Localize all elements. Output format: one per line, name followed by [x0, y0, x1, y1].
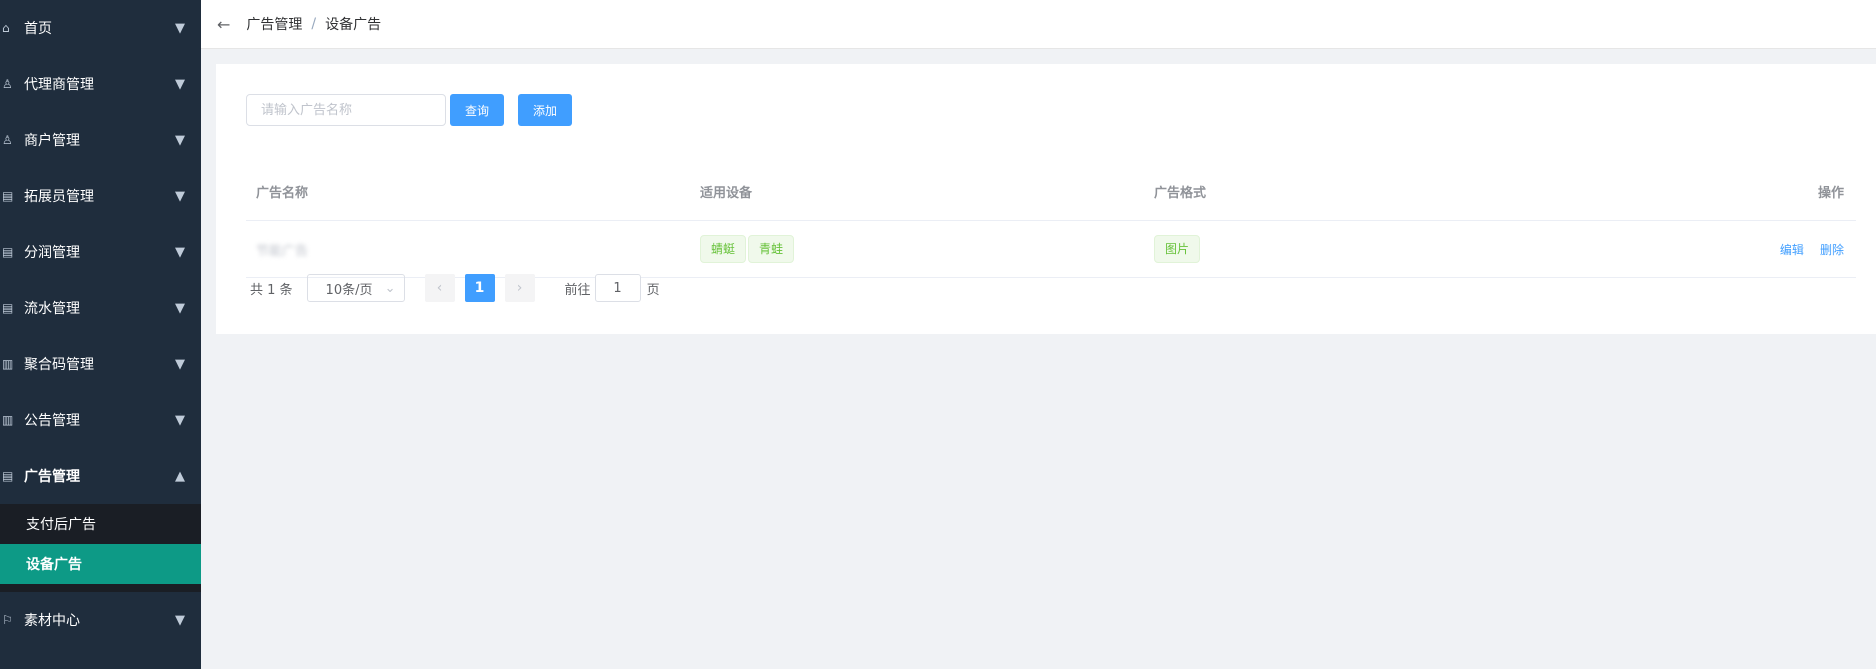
device-tag: 蜻蜓	[700, 235, 747, 263]
breadcrumb-current: 设备广告	[325, 17, 382, 33]
menu-label: 代理商管理	[24, 77, 94, 93]
menu-item-announcement[interactable]: ▥ 公告管理 ▼	[0, 392, 201, 448]
menu-label: 素材中心	[24, 613, 80, 629]
submenu-item-post-payment-ads[interactable]: 支付后广告	[0, 504, 201, 544]
menu-item-agent[interactable]: ♙ 代理商管理 ▼	[0, 56, 201, 112]
header-devices: 适用设备	[700, 185, 753, 201]
menu-label: 拓展员管理	[24, 189, 94, 205]
chevron-down-icon: ▼	[175, 76, 185, 92]
menu-label: 广告管理	[24, 469, 80, 485]
table-header: 广告名称 适用设备 广告格式 操作	[246, 162, 1856, 221]
table-row: 节能广告 蜻蜓 青蛙 图片 编辑 删除	[246, 221, 1856, 278]
chevron-down-icon: ▼	[175, 188, 185, 204]
submenu-label: 支付后广告	[26, 517, 96, 533]
breadcrumb-parent[interactable]: 广告管理	[246, 14, 302, 34]
goto-prefix: 前往	[564, 282, 591, 298]
home-icon: ⌂	[2, 21, 10, 35]
document-icon: ▤	[2, 189, 14, 203]
chevron-right-icon: ›	[516, 280, 523, 296]
header-format: 广告格式	[1154, 185, 1207, 201]
chevron-down-icon: ▼	[175, 132, 185, 148]
page-size-select[interactable]: 10条/页 ⌄	[306, 274, 405, 302]
submenu-spacer	[0, 584, 201, 592]
chevron-down-icon: ▼	[175, 300, 185, 316]
menu-item-materials[interactable]: ⚐ 素材中心 ▼	[0, 592, 201, 648]
chevron-down-icon: ▼	[175, 20, 185, 36]
menu-label: 分润管理	[24, 245, 80, 261]
goto-page-input[interactable]	[594, 274, 641, 302]
sidebar: ⌂ 首页 ▼ ♙ 代理商管理 ▼ ♙ 商户管理 ▼ ▤ 拓展员管理 ▼ ▤ 分润管理 ▼ …	[0, 0, 201, 669]
total-count: 共 1 条	[250, 282, 293, 298]
chevron-left-icon: ‹	[436, 280, 443, 296]
content-card: 查询 添加 广告名称 适用设备 广告格式 操作 节能广告 蜻蜓青蛙 图片 编辑 …	[216, 64, 1876, 334]
header-ad-name: 广告名称	[256, 185, 309, 201]
menu-item-aggregate-code[interactable]: ▥ 聚合码管理 ▼	[0, 336, 201, 392]
ad-name-search-input[interactable]	[246, 94, 446, 126]
add-button[interactable]: 添加	[518, 94, 573, 126]
delete-link[interactable]: 删除	[1820, 243, 1844, 257]
format-tag: 图片	[1154, 235, 1201, 263]
page-number-button[interactable]: 1	[464, 274, 495, 302]
goto-page: 前往 页	[565, 274, 660, 302]
chevron-down-icon: ▼	[175, 356, 185, 372]
menu-label: 商户管理	[24, 133, 80, 149]
submenu-item-device-ads[interactable]: 设备广告	[0, 544, 201, 584]
menu-item-ads[interactable]: ▤ 广告管理 ▲	[0, 448, 201, 504]
notebook-icon: ▥	[2, 413, 14, 427]
device-tag: 青蛙	[748, 235, 795, 263]
chevron-down-icon: ▼	[175, 612, 185, 628]
document-icon: ▤	[2, 245, 14, 259]
header-actions: 操作	[1817, 185, 1844, 201]
submenu-ads: 支付后广告 设备广告	[0, 504, 201, 584]
chevron-down-icon: ▼	[175, 412, 185, 428]
query-button[interactable]: 查询	[450, 94, 505, 126]
next-page-button[interactable]: ›	[504, 274, 535, 302]
pagination: 共 1 条 10条/页 ⌄ ‹ 1 › 前往 页	[250, 274, 660, 302]
menu-item-profit-share[interactable]: ▤ 分润管理 ▼	[0, 224, 201, 280]
prev-page-button[interactable]: ‹	[424, 274, 455, 302]
chevron-down-icon: ⌄	[384, 280, 396, 296]
breadcrumb-separator: /	[311, 16, 317, 32]
ads-table: 广告名称 适用设备 广告格式 操作 节能广告 蜻蜓 青蛙 图片 编辑 删除	[246, 162, 1856, 278]
edit-link[interactable]: 编辑	[1780, 243, 1804, 257]
menu-label: 流水管理	[24, 301, 80, 317]
menu-label: 首页	[24, 21, 52, 37]
menu-label: 公告管理	[24, 413, 80, 429]
menu-label: 聚合码管理	[24, 357, 94, 373]
search-row: 查询 添加	[246, 94, 573, 126]
menu-item-promoter[interactable]: ▤ 拓展员管理 ▼	[0, 168, 201, 224]
menu-item-transactions[interactable]: ▤ 流水管理 ▼	[0, 280, 201, 336]
document-icon: ▤	[2, 301, 14, 315]
menu-item-home[interactable]: ⌂ 首页 ▼	[0, 0, 201, 56]
topbar: ← 广告管理 / 设备广告	[201, 0, 1876, 49]
ad-name-cell: 节能广告	[256, 243, 309, 259]
document-icon: ▤	[2, 469, 14, 483]
back-arrow-icon[interactable]: ←	[217, 15, 230, 34]
chevron-down-icon: ▼	[175, 244, 185, 260]
notebook-icon: ▥	[2, 357, 14, 371]
page-size-value: 10条/页	[325, 282, 373, 298]
flag-icon: ⚐	[2, 613, 13, 627]
menu-item-merchant[interactable]: ♙ 商户管理 ▼	[0, 112, 201, 168]
submenu-label: 设备广告	[26, 557, 82, 573]
user-icon: ♙	[2, 133, 13, 147]
user-icon: ♙	[2, 77, 13, 91]
goto-suffix: 页	[646, 282, 660, 298]
chevron-up-icon: ▲	[175, 468, 185, 484]
